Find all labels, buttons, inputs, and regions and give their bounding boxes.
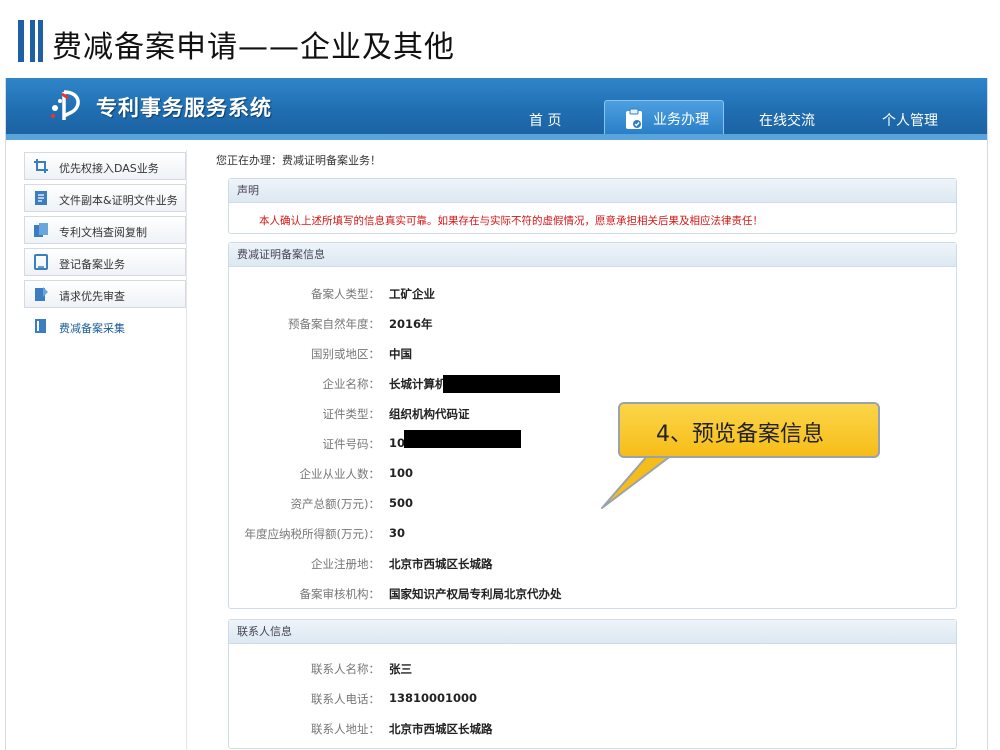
declaration-text: 本人确认上述所填写的信息真实可靠。如果存在与实际不符的虚假情况，愿意承担相关后果… (259, 215, 763, 227)
field-label: 备案审核机构： (299, 587, 381, 601)
nav-business-label: 业务办理 (653, 112, 709, 128)
filing-info-header: 费减证明备案信息 (229, 243, 956, 267)
sidebar-item-label: 请求优先审查 (59, 290, 125, 303)
field-value: 组织机构代码证 (389, 407, 470, 421)
contact-info-panel: 联系人信息 联系人名称： 张三 联系人电话： 13810001000 联系人地址… (228, 619, 957, 749)
info-row: 企业注册地： 北京市西城区长城路 (229, 556, 958, 576)
field-value: 中国 (389, 347, 412, 361)
sidebar: 优先权接入DAS业务 文件副本&证明文件业务 专利文档查阅复制 登记备案业务 请… (24, 150, 186, 750)
field-label: 联系人名称： (311, 662, 380, 676)
copy-icon (34, 223, 48, 237)
field-label: 资产总额(万元)： (290, 497, 380, 511)
sidebar-item-priority[interactable]: 请求优先审查 (24, 280, 186, 308)
sidebar-item-register[interactable]: 登记备案业务 (24, 248, 186, 276)
status-line: 您正在办理：费减证明备案业务！ (216, 154, 381, 167)
redaction-bar (443, 375, 560, 393)
app-logo-icon (51, 90, 80, 120)
declaration-header: 声明 (229, 179, 956, 203)
field-value: 北京市西城区长城路 (389, 722, 493, 736)
sidebar-item-label: 专利文档查阅复制 (59, 226, 147, 239)
field-value: 长城计算机 (389, 377, 447, 391)
app-header: 专利事务服务系统 首 页 业务办理 在线交流 个人管理 (6, 78, 987, 134)
field-label: 联系人电话： (311, 692, 380, 706)
info-row: 资产总额(万元)： 500 (229, 496, 958, 516)
sidebar-item-label: 登记备案业务 (59, 258, 125, 271)
field-value: 100 (389, 466, 414, 480)
callout-text: 4、预览备案信息 (656, 422, 824, 447)
clipboard-icon (626, 108, 642, 129)
sidebar-item-label: 优先权接入DAS业务 (59, 162, 159, 175)
sidebar-item-label: 费减备案采集 (59, 322, 125, 335)
info-row: 企业从业人数： 100 (229, 466, 958, 486)
crop-icon (34, 159, 48, 173)
field-label: 企业注册地： (311, 557, 380, 571)
register-icon (34, 254, 48, 270)
field-value: 10 (389, 436, 406, 450)
sidebar-divider (186, 150, 187, 750)
field-value: 13810001000 (389, 691, 478, 705)
field-label: 企业名称： (322, 377, 381, 391)
nav-business[interactable]: 业务办理 (604, 100, 724, 134)
sidebar-item-das[interactable]: 优先权接入DAS业务 (24, 152, 186, 180)
nav-online[interactable]: 在线交流 (759, 108, 815, 134)
field-value: 张三 (389, 662, 412, 676)
declaration-panel: 声明 本人确认上述所填写的信息真实可靠。如果存在与实际不符的虚假情况，愿意承担相… (228, 178, 957, 234)
sidebar-item-copies[interactable]: 文件副本&证明文件业务 (24, 184, 186, 212)
field-value: 30 (389, 526, 406, 540)
document-icon (35, 191, 47, 205)
field-label: 年度应纳税所得额(万元)： (244, 527, 380, 541)
sidebar-item-label: 文件副本&证明文件业务 (59, 194, 178, 207)
info-row: 国别或地区： 中国 (229, 346, 958, 366)
slide-title: 费减备案申请——企业及其他 (52, 30, 455, 65)
info-row: 联系人地址： 北京市西城区长城路 (229, 721, 958, 741)
info-row: 联系人名称： 张三 (229, 661, 958, 681)
info-row: 联系人电话： 13810001000 (229, 691, 958, 711)
field-label: 备案人类型： (311, 287, 380, 301)
app-title: 专利事务服务系统 (96, 96, 272, 120)
info-row: 年度应纳税所得额(万元)： 30 (229, 526, 958, 546)
priority-icon (35, 287, 48, 301)
book-icon (35, 319, 46, 333)
info-row: 备案人类型： 工矿企业 (229, 286, 958, 306)
sidebar-item-fee-reduction[interactable]: 费减备案采集 (24, 312, 186, 340)
title-accent-bars (18, 20, 48, 62)
nav-home[interactable]: 首 页 (529, 108, 561, 134)
header-strip (6, 134, 987, 140)
field-label: 证件号码： (322, 437, 381, 451)
contact-info-header: 联系人信息 (229, 620, 956, 644)
nav-personal[interactable]: 个人管理 (882, 108, 938, 134)
callout-bubble: 4、预览备案信息 (618, 402, 880, 458)
field-label: 企业从业人数： (299, 467, 381, 481)
slide: 费减备案申请——企业及其他 专利事务服务系统 首 页 业务办理 在线交流 个人管… (0, 0, 1000, 750)
field-value: 2016年 (389, 317, 433, 331)
redaction-bar (404, 430, 521, 448)
field-value: 北京市西城区长城路 (389, 557, 493, 571)
field-value: 500 (389, 496, 414, 510)
field-label: 国别或地区： (311, 347, 380, 361)
sidebar-item-archive[interactable]: 专利文档查阅复制 (24, 216, 186, 244)
info-row: 备案审核机构： 国家知识产权局专利局北京代办处 (229, 586, 958, 606)
info-row: 企业名称： 长城计算机 (229, 376, 958, 396)
field-label: 预备案自然年度： (288, 317, 380, 331)
field-label: 证件类型： (322, 407, 381, 421)
field-value: 工矿企业 (389, 287, 435, 301)
field-label: 联系人地址： (311, 722, 380, 736)
info-row: 预备案自然年度： 2016年 (229, 316, 958, 336)
field-value: 国家知识产权局专利局北京代办处 (389, 587, 562, 601)
